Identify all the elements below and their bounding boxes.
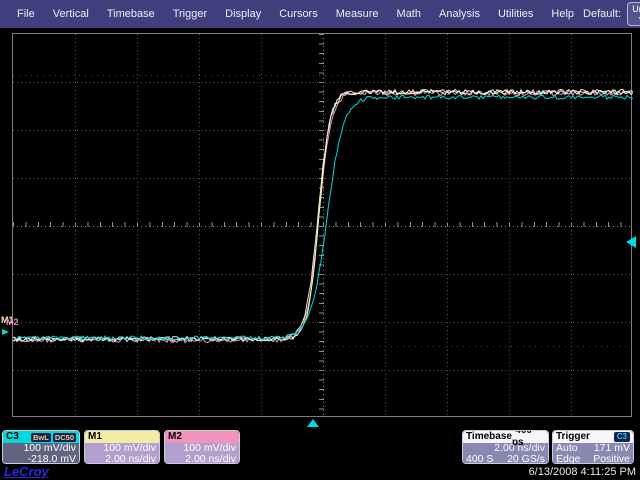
trigger-slope: Positive: [593, 454, 630, 464]
trigger-time-marker-icon[interactable]: [307, 419, 319, 427]
m2-level-label: M2: [6, 317, 19, 327]
channel-M1-descriptor[interactable]: M1 100 mV/div 2.00 ns/div: [84, 430, 160, 464]
menu-item-help[interactable]: Help: [542, 8, 583, 20]
trigger-source-badge: C3: [614, 432, 630, 442]
menu-item-analysis[interactable]: Analysis: [430, 8, 489, 20]
channel-M1-timebase: 2.00 ns/div: [88, 454, 156, 464]
bandwidth-limit-badge: BwL: [31, 433, 51, 442]
menu-item-measure[interactable]: Measure: [327, 8, 388, 20]
channel-M2-timebase: 2.00 ns/div: [168, 454, 236, 464]
menu-item-display[interactable]: Display: [216, 8, 270, 20]
trigger-descriptor[interactable]: Trigger C3 Auto 171 mV Edge Positive: [552, 430, 634, 464]
menu-item-cursors[interactable]: Cursors: [270, 8, 327, 20]
M2-trace: [13, 90, 633, 342]
timebase-rate: 20 GS/s: [507, 454, 545, 464]
channel-C3-descriptor[interactable]: C3 BwL DC50 100 mV/div -218.0 mV: [2, 430, 80, 464]
menu-bar: FileVerticalTimebaseTriggerDisplayCursor…: [0, 0, 640, 28]
menu-item-file[interactable]: File: [8, 8, 44, 20]
oscilloscope-screen: FileVerticalTimebaseTriggerDisplayCursor…: [0, 0, 640, 480]
datetime-display: 6/13/2008 4:11:25 PM: [529, 466, 636, 478]
trigger-body: Auto 171 mV Edge Positive: [553, 443, 633, 464]
channel-M2-label: M2: [168, 431, 182, 443]
menu-item-vertical[interactable]: Vertical: [44, 8, 98, 20]
trigger-type: Edge: [556, 454, 581, 464]
waveform-traces: [13, 34, 633, 418]
C3-trace: [13, 95, 633, 340]
graticule: [12, 33, 632, 417]
channel-C3-offset: -218.0 mV: [6, 454, 76, 464]
channel-M2-body: 100 mV/div 2.00 ns/div: [165, 443, 239, 464]
timebase-body: 2.00 ns/div 400 S 20 GS/s: [463, 443, 548, 464]
trigger-level-marker-icon[interactable]: [626, 236, 636, 248]
M1-trace: [13, 89, 633, 341]
channel-M1-label: M1: [88, 431, 102, 443]
channel-C3-body: 100 mV/div -218.0 mV: [3, 443, 79, 464]
menu-item-timebase[interactable]: Timebase: [98, 8, 164, 20]
channel-M1-body: 100 mV/div 2.00 ns/div: [85, 443, 159, 464]
default-setup-label: Default:: [583, 8, 621, 20]
white-overlap-trace: [13, 90, 633, 342]
c3-level-arrow-icon[interactable]: [2, 329, 9, 335]
lecroy-logo: LeCroy: [4, 464, 49, 479]
menu-item-trigger[interactable]: Trigger: [164, 8, 216, 20]
timebase-descriptor[interactable]: Timebase -400 ps 2.00 ns/div 400 S 20 GS…: [462, 430, 549, 464]
channel-M2-descriptor[interactable]: M2 100 mV/div 2.00 ns/div: [164, 430, 240, 464]
channel-C3-label: C3: [6, 431, 19, 443]
menu-item-math[interactable]: Math: [388, 8, 430, 20]
timebase-samples: 400 S: [466, 454, 493, 464]
menu-item-utilities[interactable]: Utilities: [489, 8, 542, 20]
coupling-badge: DC50: [53, 433, 76, 442]
menubar-right: Default: Undo ↶: [583, 2, 640, 26]
undo-button[interactable]: Undo ↶: [627, 2, 640, 26]
